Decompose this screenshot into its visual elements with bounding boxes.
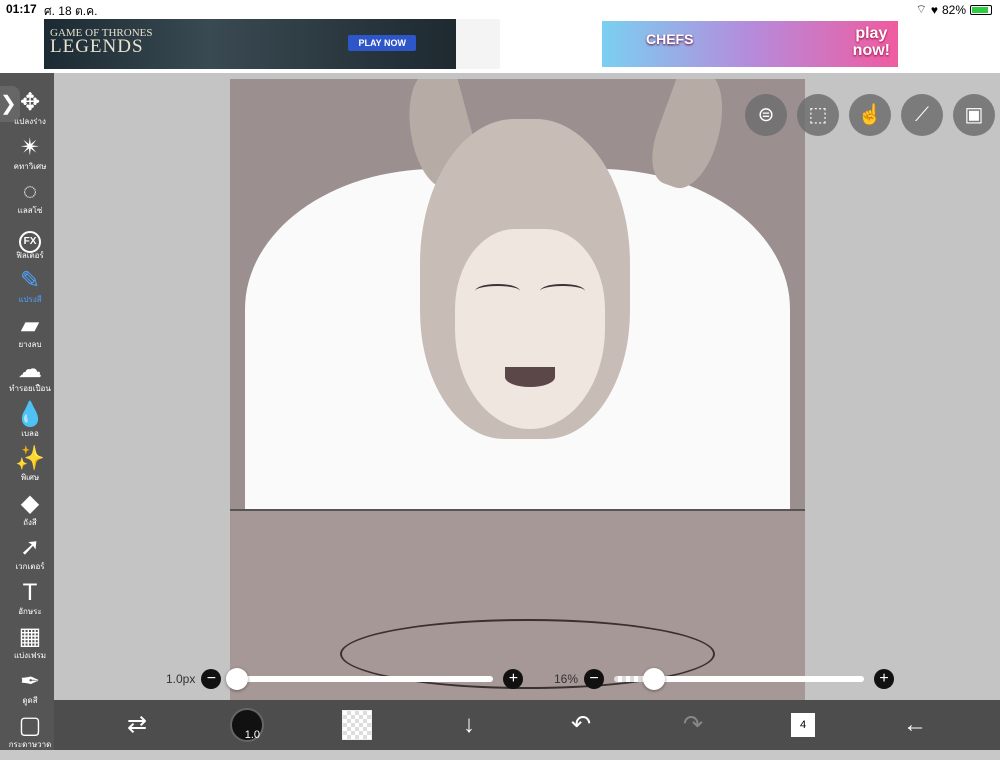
battery-percent: 82% [941, 2, 966, 17]
toggle-icon[interactable]: ⊜ [745, 94, 787, 136]
eyedropper-icon: ✒ [19, 667, 41, 695]
paint-bucket-icon: ◆ [20, 489, 40, 517]
brush-preview: 1.0 [230, 708, 264, 742]
tool-label: ฟิลเตอร์ [16, 250, 44, 260]
canvas-area[interactable]: ⊜ ⬚ ☝ ⟋ ▣ 1.0px − + 16% − + [54, 73, 1000, 700]
ad-got-logo: GAME OF THRONES LEGENDS [50, 27, 153, 57]
tool-vector[interactable]: ➚ เวกเตอร์ [8, 534, 52, 578]
tool-lasso[interactable]: ◌ แลสโซ่ [8, 178, 52, 222]
status-time: 01:17 [6, 2, 37, 16]
brush-icon: ✎ [19, 267, 41, 294]
brush-size-thumb[interactable] [225, 668, 248, 690]
tool-label: ยางลบ [18, 339, 42, 349]
tool-label: คทาวิเศษ [13, 161, 47, 171]
status-right: ⌔ ♥ 82% [916, 2, 992, 17]
tool-eraser[interactable]: ▰ ยางลบ [8, 312, 52, 356]
brush-size-value: 1.0px [166, 672, 196, 686]
opacity-decrease-button[interactable]: − [584, 669, 605, 689]
lasso-icon: ◌ [22, 178, 38, 205]
download-arrow-icon[interactable]: ↓ [452, 708, 486, 742]
tool-label: แบ่งเฟรม [13, 651, 47, 660]
brush-size-slider: 1.0px − + [166, 666, 524, 692]
undo-icon[interactable]: ↶ [564, 708, 598, 742]
tool-text[interactable]: T อักษระ [8, 579, 52, 623]
tool-label: ถังสี [23, 517, 37, 527]
selection-icon[interactable]: ⬚ [797, 94, 839, 136]
ad-banner: GAME OF THRONES LEGENDS PLAY NOW CHEFS p… [0, 18, 1000, 73]
cursor-icon: ➚ [19, 534, 41, 561]
face [455, 229, 605, 429]
tool-label: ทำรอยเปื้อน [9, 384, 51, 393]
brush-size-track[interactable] [225, 668, 494, 690]
move-icon: ✥ [19, 89, 41, 116]
tool-label: เวกเตอร์ [15, 562, 45, 571]
mouth [505, 367, 555, 387]
touch-hand-icon[interactable]: ☝ [849, 94, 891, 136]
tool-brush[interactable]: ✎ แปรงสี [8, 267, 52, 311]
heart-icon: ♥ [930, 2, 938, 17]
frame-divide-icon: ▦ [18, 623, 42, 650]
canvas-top-controls: ⊜ ⬚ ☝ ⟋ ▣ [745, 94, 995, 136]
ad-play-now-button[interactable]: PLAY NOW [348, 35, 416, 51]
tool-canvas[interactable]: ▢ กระดาษวาด [8, 712, 52, 756]
artwork-canvas[interactable] [230, 79, 805, 700]
layer-count: 4 [791, 713, 821, 743]
tool-label: แปรงสี [18, 295, 42, 304]
back-arrow-icon[interactable]: ← [898, 708, 932, 742]
color-swatch [342, 710, 372, 740]
brush-size-increase-button[interactable]: + [503, 669, 524, 689]
battery-icon [970, 4, 992, 15]
smudge-icon: ☁ [18, 356, 42, 383]
opacity-value: 16% [554, 672, 579, 686]
fx-icon: FX [8, 223, 52, 253]
bottom-toolbar: ⇄ 1.0 ↓ ↶ ↷ 4 ← [54, 700, 1000, 750]
image-icon[interactable]: ▣ [953, 94, 995, 136]
tool-smudge[interactable]: ☁ ทำรอยเปื้อน [8, 356, 52, 400]
color-button[interactable] [342, 708, 376, 742]
text-icon: T [22, 578, 38, 606]
tool-label: เบลอ [21, 428, 39, 438]
right-eye [540, 284, 585, 298]
ad-got-legends[interactable]: GAME OF THRONES LEGENDS PLAY NOW [44, 19, 456, 69]
ad-chefs[interactable]: CHEFS play now! [602, 21, 898, 67]
eraser-icon: ▰ [20, 311, 40, 339]
ad-spacer [456, 19, 500, 69]
tool-magic-wand[interactable]: ✴ คทาวิเศษ [8, 134, 52, 178]
opacity-thumb[interactable] [643, 668, 666, 690]
wifi-icon: ⌔ [915, 2, 927, 16]
brush-size-decrease-button[interactable]: − [201, 669, 222, 689]
tool-special[interactable]: ✨ พิเศษ [8, 445, 52, 489]
ad-play-now-cta[interactable]: play now! [853, 25, 890, 59]
opacity-slider: 16% − + [554, 666, 895, 692]
opacity-track[interactable] [614, 668, 865, 690]
canvas-icon: ▢ [18, 712, 42, 739]
tool-label: กระดาษวาด [8, 740, 52, 749]
sparkle-wand-icon: ✨ [15, 445, 45, 472]
left-eye [475, 284, 520, 298]
tool-frame[interactable]: ▦ แบ่งเฟรม [8, 623, 52, 667]
swap-brush-eraser-icon[interactable]: ⇄ [120, 708, 154, 742]
tool-label: อักษระ [18, 606, 42, 616]
opacity-increase-button[interactable]: + [874, 669, 895, 689]
tool-label: แลสโซ่ [17, 206, 43, 215]
tool-panel: ❯ ✥ แปลงร่าง ✴ คทาวิเศษ ◌ แลสโซ่ FX ฟิลเตอร์ ✎ แป… [0, 73, 54, 750]
tool-blur[interactable]: 💧 เบลอ [8, 401, 52, 445]
tool-fill[interactable]: ◆ ถังสี [8, 490, 52, 534]
brush-size-button[interactable]: 1.0 [230, 708, 264, 742]
tool-filter[interactable]: FX ฟิลเตอร์ [8, 223, 52, 267]
status-bar: 01:17 ศ. 18 ต.ค. ⌔ ♥ 82% [0, 0, 1000, 18]
tool-label: พิเศษ [20, 473, 40, 482]
tool-eyedropper[interactable]: ✒ ดูดสี [8, 668, 52, 712]
blur-drop-icon: 💧 [15, 400, 45, 428]
layers-button[interactable]: 4 [786, 708, 821, 743]
ad-chefs-logo: CHEFS [646, 31, 694, 47]
redo-icon[interactable]: ↷ [676, 708, 710, 742]
tool-transform[interactable]: ✥ แปลงร่าง [8, 89, 52, 133]
magic-wand-icon: ✴ [19, 133, 41, 161]
ruler-icon[interactable]: ⟋ [901, 94, 943, 136]
tool-label: ดูดสี [22, 695, 38, 705]
tool-label: แปลงร่าง [14, 117, 46, 126]
